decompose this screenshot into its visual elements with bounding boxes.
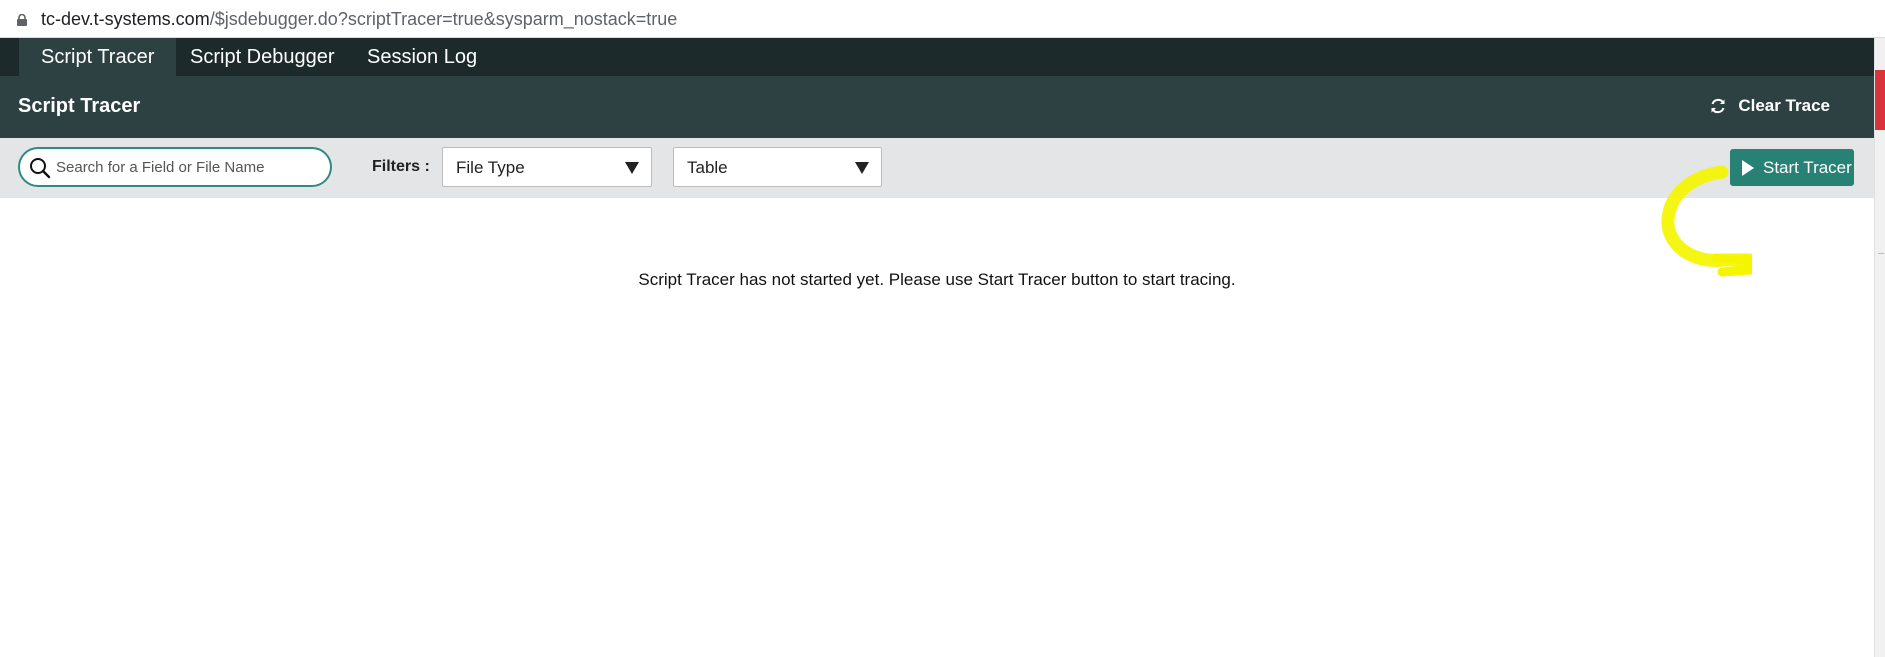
table-select[interactable]: Table (673, 147, 882, 187)
empty-state-message: Script Tracer has not started yet. Pleas… (638, 270, 1236, 289)
refresh-icon (1711, 98, 1725, 114)
tab-script-debugger[interactable]: Script Debugger (168, 38, 357, 76)
url-path: /$jsdebugger.do?scriptTracer=true&syspar… (209, 9, 678, 29)
edge-tick (1878, 253, 1884, 260)
url-text[interactable]: tc-dev.t-systems.com/$jsdebugger.do?scri… (41, 8, 677, 30)
page-title: Script Tracer (18, 95, 141, 117)
highlight-annotation (1661, 165, 1752, 277)
clear-trace-label: Clear Trace (1738, 96, 1830, 115)
search-input[interactable] (56, 155, 316, 179)
browser-address-bar[interactable]: tc-dev.t-systems.com/$jsdebugger.do?scri… (0, 0, 1885, 38)
app-window: Script Tracer Script Debugger Session Lo… (0, 38, 1874, 657)
url-host: tc-dev.t-systems.com (41, 9, 210, 29)
filters-label: Filters : (372, 158, 430, 175)
tab-script-tracer[interactable]: Script Tracer (19, 38, 177, 76)
file-type-select[interactable]: File Type (442, 147, 652, 187)
tab-session-log[interactable]: Session Log (345, 38, 499, 76)
start-tracer-label: Start Tracer (1763, 157, 1852, 177)
search-box[interactable] (18, 147, 332, 187)
tab-bar: Script Tracer Script Debugger Session Lo… (0, 38, 1874, 76)
page-header: Script Tracer Clear Trace (0, 76, 1874, 138)
filter-bar: Filters : File Type Table Start Tracer (0, 138, 1874, 198)
table-value: Table (687, 158, 728, 177)
chevron-down-icon (855, 162, 869, 174)
lock-icon (17, 14, 27, 26)
search-icon (30, 158, 51, 179)
right-edge-strip (1874, 38, 1885, 657)
edge-red-marker (1875, 70, 1885, 130)
clear-trace-button[interactable]: Clear Trace (1708, 94, 1830, 118)
file-type-value: File Type (456, 158, 525, 177)
chevron-down-icon (625, 162, 639, 174)
